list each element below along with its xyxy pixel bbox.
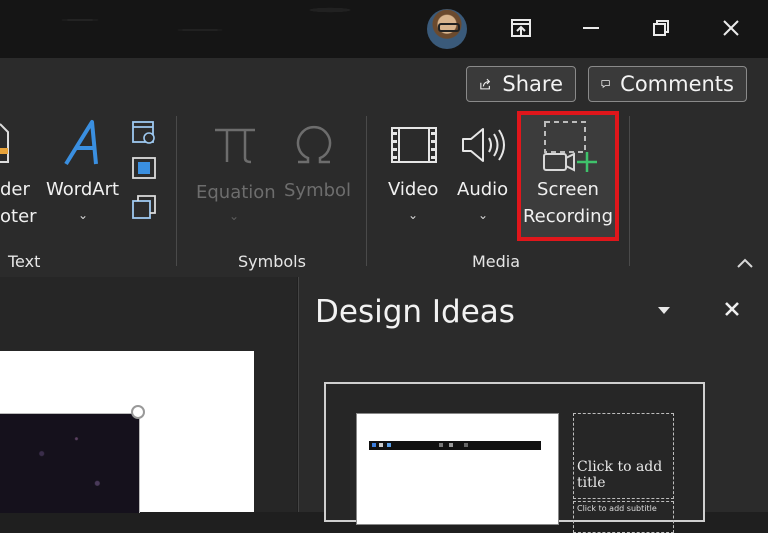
comments-label: Comments	[620, 72, 734, 96]
close-icon	[723, 20, 739, 36]
slide-editing-area	[0, 277, 297, 513]
design-idea-thumbnail	[356, 413, 559, 525]
restore-button[interactable]	[641, 10, 681, 46]
wordart-dropdown-icon: ⌄	[78, 208, 89, 222]
slide-number-icon	[132, 157, 156, 179]
header-footer-label-line1: der	[0, 179, 30, 200]
title-bar	[0, 0, 768, 58]
group-separator	[176, 116, 177, 266]
avatar-glasses	[438, 23, 460, 32]
speaker-icon	[462, 128, 505, 162]
audio-label: Audio	[457, 179, 509, 200]
resize-handle[interactable]	[131, 405, 145, 419]
header-footer-label-line2: oter	[0, 206, 37, 227]
comment-icon	[601, 80, 610, 89]
minimize-icon	[583, 27, 599, 29]
wordart-label: WordArt	[46, 179, 120, 200]
film-strip-icon	[391, 127, 437, 163]
minimize-button[interactable]	[571, 10, 611, 46]
date-time-icon	[132, 121, 155, 144]
pane-title: Design Ideas	[315, 294, 515, 330]
wordart-icon	[64, 120, 98, 166]
thumbnail-subtitle-placeholder: Click to add subtitle	[573, 501, 674, 533]
ribbon-display-icon	[511, 19, 531, 37]
ribbon: Share Comments der oter WordArt ⌄ Text E…	[0, 58, 768, 277]
pane-close-icon[interactable]	[723, 300, 741, 318]
thumbnail-title-placeholder: Click to add title	[573, 413, 674, 499]
audio-dropdown-icon: ⌄	[478, 208, 489, 222]
symbol-label: Symbol	[284, 180, 352, 201]
share-icon	[480, 78, 491, 90]
omega-icon	[296, 126, 332, 164]
slide-image-placeholder[interactable]	[0, 413, 140, 513]
media-group-label: Media	[472, 252, 521, 271]
pane-options-dropdown-icon[interactable]	[656, 305, 672, 315]
screen-recording-label-line1: Screen	[537, 179, 599, 200]
video-label: Video	[388, 179, 439, 200]
header-footer-icon	[0, 123, 9, 163]
user-avatar[interactable]	[427, 9, 467, 49]
share-label: Share	[502, 72, 563, 96]
screen-recording-icon	[543, 121, 597, 172]
equation-dropdown-icon: ⌄	[229, 209, 240, 223]
thumbnail-taskbar	[369, 441, 541, 450]
text-group-label: Text	[8, 252, 41, 271]
group-separator	[629, 116, 630, 266]
video-dropdown-icon: ⌄	[408, 208, 419, 222]
comments-button[interactable]: Comments	[588, 66, 747, 102]
group-separator	[366, 116, 367, 266]
screen-recording-label-line2: Recording	[522, 206, 614, 227]
close-window-button[interactable]	[711, 10, 751, 46]
design-idea-card[interactable]: Click to add title Click to add subtitle	[324, 382, 705, 533]
object-icon	[132, 195, 156, 219]
symbols-group-label: Symbols	[238, 252, 306, 271]
pi-icon	[215, 128, 255, 164]
equation-label: Equation	[196, 182, 276, 203]
screen-recording-button[interactable]: Screen Recording	[517, 111, 619, 241]
thumbnail-title-text: Click to add title	[577, 459, 663, 491]
collapse-ribbon-icon[interactable]	[735, 256, 755, 270]
ribbon-display-options-button[interactable]	[501, 10, 541, 46]
share-button[interactable]: Share	[466, 66, 576, 102]
design-ideas-pane: Design Ideas Click to add title Click to…	[298, 277, 768, 533]
restore-icon	[653, 20, 669, 36]
